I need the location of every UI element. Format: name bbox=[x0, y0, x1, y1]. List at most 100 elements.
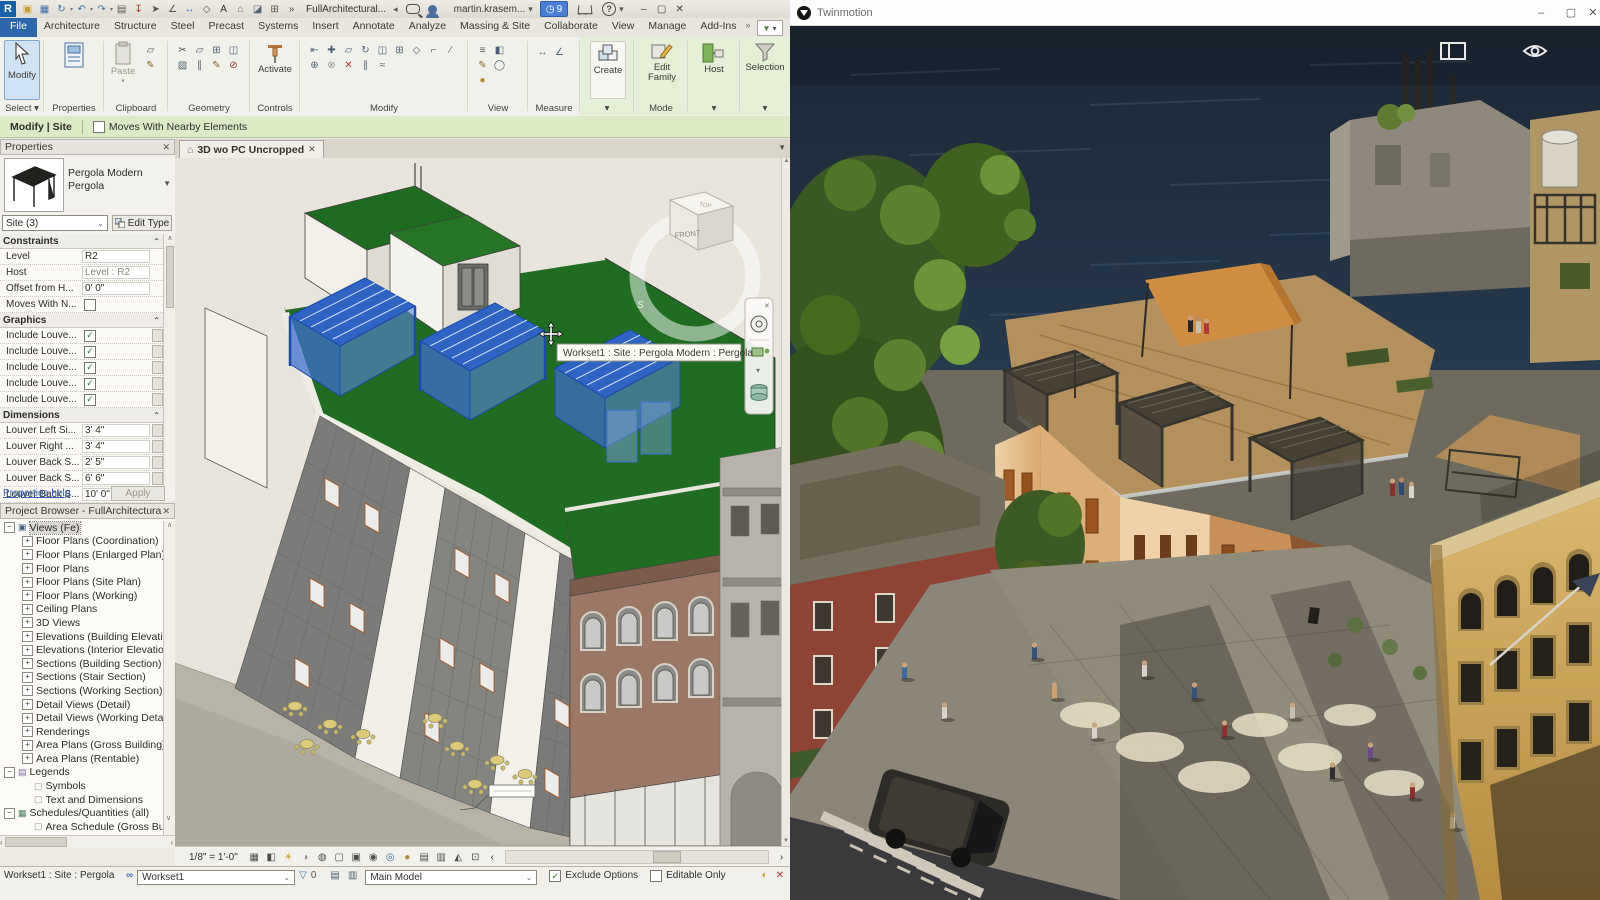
tree-item-label[interactable]: Symbols bbox=[46, 780, 86, 792]
modify-state-funnel-icon[interactable]: ▼ ▾ bbox=[756, 20, 783, 36]
export-pdf-icon[interactable]: ↧ bbox=[130, 4, 147, 15]
paint-icon[interactable]: ✎ bbox=[208, 58, 225, 73]
split-icon[interactable]: ∕ bbox=[442, 43, 459, 58]
expand-icon[interactable]: + bbox=[22, 644, 33, 656]
expand-icon[interactable]: + bbox=[22, 590, 33, 602]
browser-vscrollbar[interactable]: ∧ ∨ bbox=[163, 521, 175, 836]
signed-in-user[interactable]: martin.krasem... bbox=[454, 4, 526, 15]
redo-icon[interactable]: ↷ bbox=[93, 4, 110, 15]
tree-item-sections-stair-section-[interactable]: + Sections (Stair Section) bbox=[0, 671, 163, 685]
viewport-hscrollbar[interactable] bbox=[504, 850, 769, 864]
tree-item-sections-working-section-[interactable]: + Sections (Working Section) bbox=[0, 684, 163, 698]
project-browser-header[interactable]: Project Browser - FullArchitectural... ✕ bbox=[0, 503, 175, 519]
paste-aligned-icon[interactable]: ⊞ bbox=[208, 43, 225, 58]
tab-overflow-icon[interactable]: » bbox=[746, 18, 751, 37]
crop-view-icon[interactable]: ▢ bbox=[331, 852, 348, 863]
expand-icon[interactable]: + bbox=[22, 739, 33, 751]
collapse-icon[interactable]: − bbox=[4, 522, 15, 534]
tree-item-elevations-interior-elevation[interactable]: + Elevations (Interior Elevation bbox=[0, 643, 163, 657]
tree-item-area-plans-rentable-[interactable]: + Area Plans (Rentable) bbox=[0, 752, 163, 766]
worksets-glasses-icon[interactable]: ∞ bbox=[126, 870, 133, 881]
host-button[interactable]: Host bbox=[697, 41, 731, 97]
active-workset-combo[interactable]: Workset1 ⌄ bbox=[137, 870, 296, 885]
view-tab[interactable]: ⌂ 3D wo PC Uncropped ✕ bbox=[179, 140, 324, 158]
property-checkbox[interactable]: ✓ bbox=[84, 377, 96, 390]
unlock-view-icon[interactable]: ◉ bbox=[365, 852, 382, 863]
expand-icon[interactable]: + bbox=[22, 549, 33, 561]
join-icon[interactable]: ◫ bbox=[225, 43, 242, 58]
measure-icon[interactable]: ∠ bbox=[164, 4, 181, 15]
associate-parameter-button[interactable] bbox=[152, 377, 163, 390]
displacement-sets-icon[interactable]: ⊡ bbox=[467, 852, 484, 863]
angular-dimension-icon[interactable]: ∠ bbox=[551, 45, 568, 60]
associate-parameter-button[interactable] bbox=[152, 456, 163, 469]
editable-filter-icon[interactable]: ▽ bbox=[299, 870, 307, 881]
close-button[interactable]: ✕ bbox=[671, 4, 689, 15]
tree-item-3d-views[interactable]: +3D Views bbox=[0, 616, 163, 630]
undo-icon[interactable]: ↶ bbox=[73, 4, 90, 15]
tree-item-schedules-quantities-all-[interactable]: − ▦ Schedules/Quantities (all) bbox=[0, 806, 163, 820]
tree-item-renderings[interactable]: + Renderings bbox=[0, 725, 163, 739]
paste-button[interactable]: Paste ▾ bbox=[108, 41, 138, 97]
save-icon[interactable]: ▦ bbox=[36, 4, 53, 15]
tag-by-category-icon[interactable]: ◇ bbox=[198, 4, 215, 15]
trim-icon[interactable]: ⌐ bbox=[425, 43, 442, 58]
expand-icon[interactable]: + bbox=[22, 576, 33, 588]
tree-item-label[interactable]: Floor Plans (Enlarged Plan) bbox=[36, 549, 163, 561]
tree-item-symbols[interactable]: ▢ Symbols bbox=[0, 779, 163, 793]
unpin-icon[interactable]: ⊗ bbox=[323, 58, 340, 73]
show-analytical-icon[interactable]: ◭ bbox=[450, 852, 467, 863]
linework-icon[interactable]: ✎ bbox=[474, 58, 491, 73]
property-value[interactable]: 3' 4" bbox=[82, 424, 150, 437]
tree-item-area-schedule-gross-buil-[interactable]: ▢Area Schedule (Gross Buil... bbox=[0, 820, 163, 834]
tree-item-views-fe-[interactable]: − ▣ Views (Fe) bbox=[0, 521, 163, 535]
tree-item-label[interactable]: Sections (Building Section) bbox=[36, 658, 161, 670]
exclude-options-checkbox[interactable]: ✓ bbox=[549, 870, 562, 882]
tab-structure[interactable]: Structure bbox=[107, 18, 164, 37]
tree-item-area-plans-gross-building-[interactable]: + Area Plans (Gross Building) bbox=[0, 739, 163, 753]
tree-item-elevations-building-elevation[interactable]: + Elevations (Building Elevation bbox=[0, 630, 163, 644]
property-value[interactable]: 3' 4" bbox=[82, 440, 150, 453]
copy-geometry-icon[interactable]: ▱ bbox=[191, 43, 208, 58]
open-icon[interactable]: ▣ bbox=[19, 4, 36, 15]
collapse-icon[interactable]: − bbox=[4, 766, 15, 778]
selection-warning-icon[interactable]: ✕ bbox=[776, 870, 784, 881]
properties-header[interactable]: Properties ✕ bbox=[0, 139, 175, 155]
tab-steel[interactable]: Steel bbox=[164, 18, 202, 37]
user-menu-chevron-icon[interactable]: ▾ bbox=[528, 4, 533, 15]
browser-hscrollbar[interactable]: ‹ › bbox=[0, 835, 175, 848]
design-option-combo[interactable]: Main Model ⌄ bbox=[365, 870, 538, 885]
minimize-button[interactable]: – bbox=[635, 4, 653, 15]
associate-parameter-button[interactable] bbox=[152, 424, 163, 437]
close-button[interactable]: ✕ bbox=[1586, 6, 1600, 19]
cut-geometry-icon[interactable]: ✂ bbox=[174, 43, 191, 58]
thin-lines-icon[interactable]: ≡ bbox=[474, 43, 491, 58]
editable-only-checkbox[interactable] bbox=[650, 870, 663, 882]
modify-tool-button[interactable]: Modify bbox=[4, 40, 40, 100]
offset-icon[interactable]: ∥ bbox=[191, 58, 208, 73]
tab-collaborate[interactable]: Collaborate bbox=[537, 18, 605, 37]
tab-massing-site[interactable]: Massing & Site bbox=[453, 18, 537, 37]
tree-item-floor-plans-enlarged-plan-[interactable]: + Floor Plans (Enlarged Plan) bbox=[0, 548, 163, 562]
modify-tools[interactable]: ⇤ ✚ ▱ ↻ ◫ ⊞ ◇ ⌐ ∕ ⊕ ⊗ ✕ ∥ ≈ bbox=[306, 43, 462, 73]
tab-add-ins[interactable]: Add-Ins bbox=[693, 18, 743, 37]
sync-with-central-icon[interactable]: ↻ bbox=[53, 4, 70, 15]
temporary-view-properties-icon[interactable]: ▥ bbox=[433, 852, 450, 863]
expand-icon[interactable]: + bbox=[22, 671, 33, 683]
edit-type-button[interactable]: Edit Type bbox=[112, 215, 172, 231]
expand-icon[interactable]: + bbox=[22, 726, 33, 738]
property-value[interactable]: 2' 5" bbox=[82, 456, 150, 469]
print-icon[interactable]: ▤ bbox=[113, 4, 130, 15]
tab-manage[interactable]: Manage bbox=[641, 18, 693, 37]
graphic-display-icon[interactable]: ◧ bbox=[491, 43, 508, 58]
expand-icon[interactable]: + bbox=[22, 685, 33, 697]
store-cart-icon[interactable] bbox=[577, 4, 593, 14]
expand-icon[interactable]: + bbox=[22, 617, 33, 629]
tree-item-label[interactable]: Ceiling Plans bbox=[36, 603, 97, 615]
measure-tools[interactable]: ↔ ∠ bbox=[534, 45, 574, 60]
default-3d-view-icon[interactable]: ⌂ bbox=[232, 4, 249, 15]
associate-parameter-button[interactable] bbox=[152, 440, 163, 453]
expand-icon[interactable]: + bbox=[22, 753, 33, 765]
modify-icon[interactable]: ➤ bbox=[147, 4, 164, 15]
geometry-tools[interactable]: ✂ ▱ ⊞ ◫ ▨ ∥ ✎ ⊘ bbox=[174, 43, 246, 73]
